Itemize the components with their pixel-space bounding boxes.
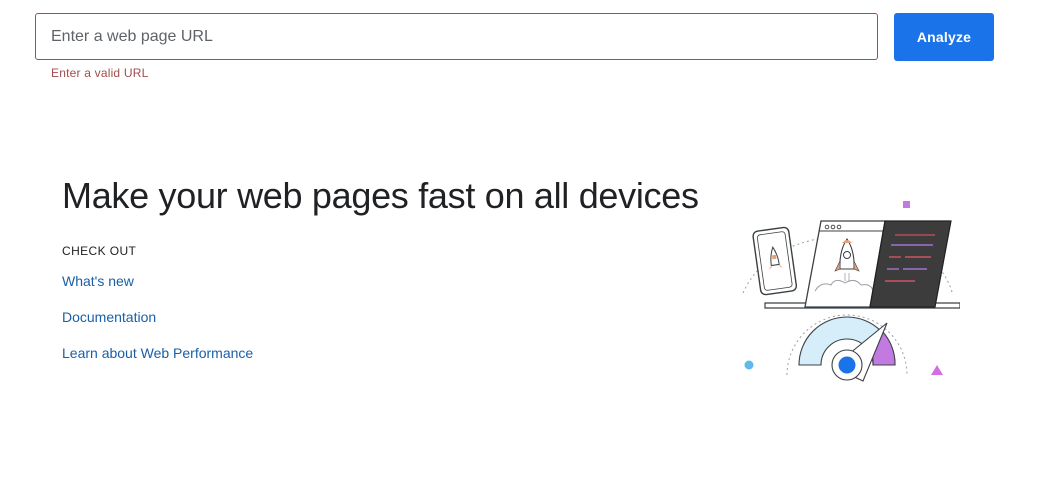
analyze-button[interactable]: Analyze <box>894 13 994 61</box>
url-input[interactable] <box>36 14 877 59</box>
learn-web-performance-link[interactable]: Learn about Web Performance <box>62 345 253 361</box>
pagespeed-illustration-icon <box>742 201 960 382</box>
whats-new-link[interactable]: What's new <box>62 273 134 289</box>
url-input-container <box>35 13 878 60</box>
documentation-link[interactable]: Documentation <box>62 309 156 325</box>
page-headline: Make your web pages fast on all devices <box>62 175 699 216</box>
check-out-label: CHECK OUT <box>62 244 137 258</box>
page: Enter a valid URL Analyze Make your web … <box>0 0 1045 482</box>
url-error-message: Enter a valid URL <box>51 66 149 80</box>
